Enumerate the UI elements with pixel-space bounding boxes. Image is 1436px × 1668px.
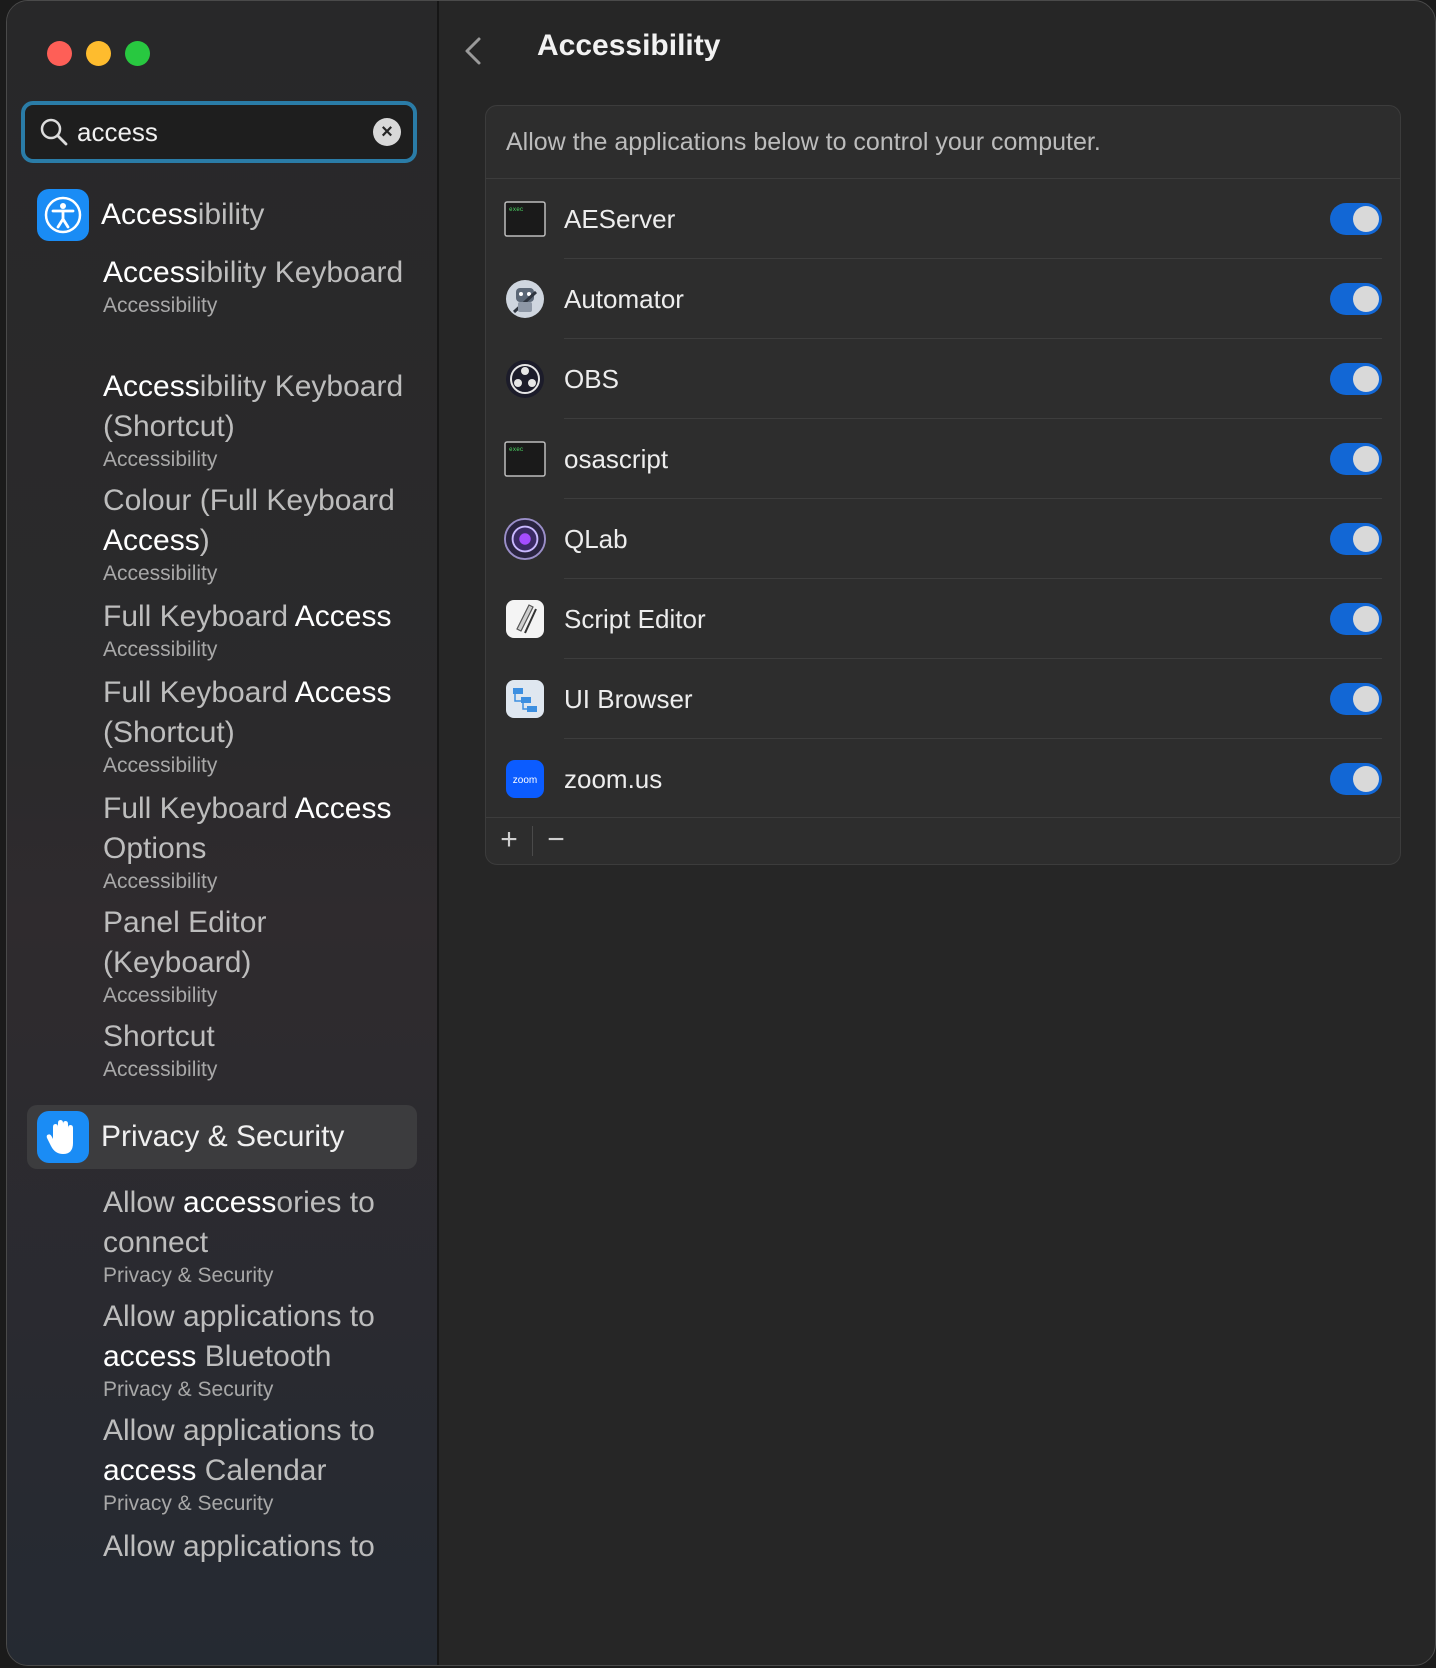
search-result-panel-editor-keyboard[interactable]: Panel Editor (Keyboard) Accessibility	[103, 903, 423, 1009]
obs-icon	[504, 358, 546, 400]
app-row-osascript: exec osascript	[486, 419, 1400, 499]
app-row-zoom: zoom zoom.us	[486, 739, 1400, 819]
search-result-full-keyboard-access-options[interactable]: Full Keyboard Access Options Accessibili…	[103, 789, 423, 895]
search-result-allow-accessories[interactable]: Allow accessories to connect Privacy & S…	[103, 1183, 423, 1289]
add-app-button[interactable]: +	[486, 818, 532, 864]
permission-toggle[interactable]	[1330, 763, 1382, 795]
automator-robot-icon	[504, 278, 546, 320]
svg-text:zoom: zoom	[513, 775, 537, 786]
search-result-colour-full-keyboard-access[interactable]: Colour (Full Keyboard Access) Accessibil…	[103, 481, 423, 587]
close-button[interactable]	[47, 41, 72, 66]
minimize-button[interactable]	[86, 41, 111, 66]
search-icon	[40, 118, 68, 146]
zoom-button[interactable]	[125, 41, 150, 66]
app-name: UI Browser	[564, 683, 693, 714]
search-input[interactable]: access	[77, 117, 373, 148]
search-result-access-calendar[interactable]: Allow applications to access Calendar Pr…	[103, 1411, 423, 1517]
qlab-icon	[504, 518, 546, 560]
app-name: Script Editor	[564, 603, 706, 634]
page-title: Accessibility	[537, 29, 721, 62]
hand-icon	[37, 1111, 89, 1163]
app-row-aeserver: exec AEServer	[486, 179, 1400, 259]
search-result-access-bluetooth[interactable]: Allow applications to access Bluetooth P…	[103, 1297, 423, 1403]
search-result-accessibility-keyboard[interactable]: Accessibility Keyboard Accessibility	[103, 253, 423, 319]
permission-toggle[interactable]	[1330, 523, 1382, 555]
sidebar-section-accessibility[interactable]: Accessibility	[37, 189, 427, 241]
permission-toggle[interactable]	[1330, 443, 1382, 475]
permission-toggle[interactable]	[1330, 683, 1382, 715]
svg-text:exec: exec	[509, 206, 524, 213]
sidebar-section-label: Privacy & Security	[101, 1120, 345, 1153]
panel-description: Allow the applications below to control …	[486, 106, 1400, 179]
script-editor-icon	[504, 598, 546, 640]
ui-browser-icon	[504, 678, 546, 720]
permission-toggle[interactable]	[1330, 363, 1382, 395]
search-field[interactable]: access ×	[21, 101, 417, 163]
exec-terminal-icon: exec	[504, 438, 546, 480]
app-row-automator: Automator	[486, 259, 1400, 339]
app-name: OBS	[564, 363, 619, 394]
app-name: zoom.us	[564, 763, 663, 794]
app-name: QLab	[564, 523, 628, 554]
exec-terminal-icon: exec	[504, 198, 546, 240]
search-result-accessibility-keyboard-shortcut[interactable]: Accessibility Keyboard (Shortcut) Access…	[103, 367, 423, 473]
app-permission-list: Allow the applications below to control …	[485, 105, 1401, 865]
search-result-full-keyboard-access[interactable]: Full Keyboard Access Accessibility	[103, 597, 423, 663]
permission-toggle[interactable]	[1330, 283, 1382, 315]
app-row-script-editor: Script Editor	[486, 579, 1400, 659]
window-controls	[47, 41, 150, 66]
zoom-icon: zoom	[504, 758, 546, 800]
settings-window: access × Accessibility Accessibility Key…	[6, 0, 1436, 1666]
search-result-access-contacts[interactable]: Allow applications to	[103, 1527, 423, 1567]
app-name: AEServer	[564, 203, 676, 234]
list-footer: + −	[486, 817, 1400, 864]
app-row-obs: OBS	[486, 339, 1400, 419]
app-row-ui-browser: UI Browser	[486, 659, 1400, 739]
sidebar-section-privacy-security[interactable]: Privacy & Security	[27, 1105, 417, 1169]
permission-toggle[interactable]	[1330, 603, 1382, 635]
search-result-full-keyboard-access-shortcut[interactable]: Full Keyboard Access (Shortcut) Accessib…	[103, 673, 423, 779]
back-chevron-icon[interactable]	[459, 31, 489, 71]
search-result-shortcut[interactable]: Shortcut Accessibility	[103, 1017, 423, 1083]
permission-toggle[interactable]	[1330, 203, 1382, 235]
app-row-qlab: QLab	[486, 499, 1400, 579]
sidebar: access × Accessibility Accessibility Key…	[7, 1, 439, 1665]
remove-app-button[interactable]: −	[533, 818, 579, 864]
clear-search-icon[interactable]: ×	[373, 118, 401, 146]
sidebar-section-label: Accessibility	[101, 198, 265, 231]
accessibility-icon	[37, 189, 89, 241]
app-name: Automator	[564, 283, 684, 314]
app-name: osascript	[564, 443, 669, 474]
svg-text:exec: exec	[509, 446, 524, 453]
